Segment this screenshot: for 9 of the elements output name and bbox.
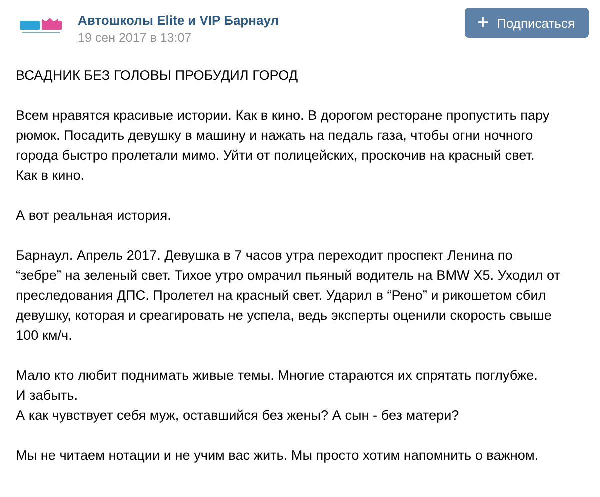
post-paragraph: А вот реальная история. xyxy=(16,207,172,225)
post-paragraph: Барнаул. Апрель 2017. Девушка в 7 часов утра переходит проспект Ленина по “зебре” на зеленый свет. Тихое утро омрачил пьяный водитель на BMW X5. Уходил от преследования ДПС. Пролетел на красный свет. Ударил в “Рено” и рикошетом сбил девушку, которая и среагировать не успела, ведь эксперты оценили скорость свыше 100 км/ч. xyxy=(16,247,562,345)
post-paragraph: Мало кто любит поднимать живые темы. Многие стараются их спрятать поглубже. И забыть. А как чувствует себя муж, оставшийся без жены? А сын - без матери? xyxy=(16,367,539,425)
post-title: ВСАДНИК БЕЗ ГОЛОВЫ ПРОБУДИЛ ГОРОД xyxy=(16,67,300,85)
post-paragraph: Мы не читаем нотации и не учим вас жить. Мы просто хотим напомнить о важном. xyxy=(16,447,540,465)
author-name[interactable]: Автошколы Elite и VIP Барнаул xyxy=(78,13,466,28)
post-paragraph: Всем нравятся красивые истории. Как в кино. В дорогом ресторане пропустить пару рюмок. Посадить девушку в машину и нажать на педаль газа, чтобы огни ночного города быстро пролетали мимо. Уйти от полицейских, проскочив на красный свет. Как в кино. xyxy=(16,107,551,185)
post-date[interactable]: 19 сен 2017 в 13:07 xyxy=(78,31,466,45)
subscribe-button[interactable]: + Подписаться xyxy=(465,8,589,38)
